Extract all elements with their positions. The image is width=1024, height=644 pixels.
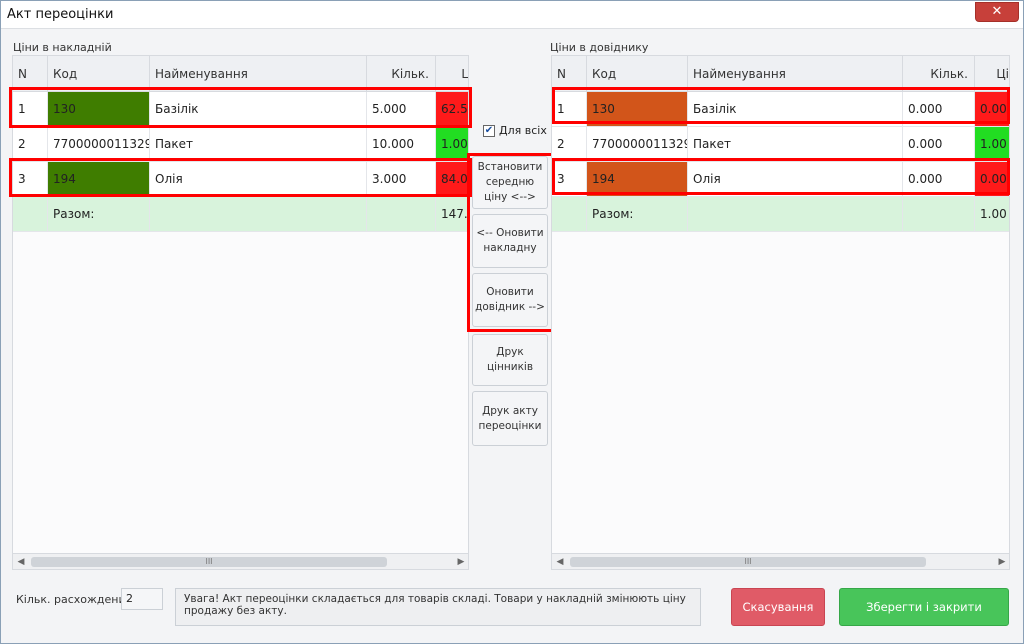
cell-code[interactable]: 7700000011329 — [48, 127, 150, 161]
invoice-total-row: Разом: 147.50 — [13, 197, 468, 232]
directory-hscrollbar[interactable]: ◀ III ▶ — [552, 553, 1009, 569]
cell-n[interactable]: 2 — [552, 127, 587, 161]
table-row[interactable]: 3194Олія3.00084.00 — [13, 162, 468, 197]
save-and-close-button[interactable]: Зберегти і закрити — [839, 588, 1009, 626]
table-row[interactable]: 2 7700000011329 Пакет 0.000 1.00 — [552, 127, 1009, 162]
invoice-hscrollbar[interactable]: ◀ III ▶ — [13, 553, 468, 569]
col-name[interactable]: Найменування — [150, 56, 367, 92]
invoice-total-value: 147.50 — [441, 207, 468, 221]
for-all-checkbox[interactable]: ✔ — [483, 124, 495, 137]
col-name[interactable]: Найменування — [688, 56, 903, 92]
directory-total-row: Разом: 1.00 — [552, 197, 1009, 232]
col-qty[interactable]: Кільк. — [903, 56, 975, 92]
cell-n[interactable]: 2 — [13, 127, 48, 161]
cell-code[interactable]: 194 — [48, 162, 150, 196]
directory-total-value: 1.00 — [980, 207, 1007, 221]
cell-qty[interactable]: 0.000 — [903, 92, 975, 126]
diff-count-label: Кільк. расхождений: — [16, 593, 137, 606]
for-all-label: Для всіх — [499, 124, 547, 137]
scroll-left-icon[interactable]: ◀ — [15, 556, 27, 568]
cell-n[interactable]: 3 — [552, 162, 587, 196]
cell-price[interactable]: 84.00 — [436, 162, 468, 196]
scroll-right-icon[interactable]: ▶ — [455, 556, 467, 568]
table-row[interactable]: 2 7700000011329 Пакет 10.000 1.00 — [13, 127, 468, 162]
cell-code[interactable]: 7700000011329 — [587, 127, 688, 161]
cell-qty[interactable]: 10.000 — [367, 127, 436, 161]
invoice-grid[interactable]: N Код Найменування Кільк. Ці 1130Базілік… — [12, 55, 469, 570]
cell-name[interactable]: Базілік — [150, 92, 367, 126]
cell-price[interactable]: 0.00 — [975, 92, 1009, 126]
print-revaluation-act-button[interactable]: Друк акту переоцінки — [472, 391, 548, 446]
col-n[interactable]: N — [552, 56, 587, 92]
table-row[interactable]: 3 194 Олія 0.000 0.00 — [552, 162, 1009, 197]
update-invoice-button[interactable]: <-- Оновити накладну — [472, 214, 548, 268]
scroll-thumb[interactable]: III — [31, 557, 387, 567]
directory-prices-label: Ціни в довіднику — [550, 41, 649, 54]
invoice-total-label: Разом: — [48, 197, 150, 231]
cell-price[interactable]: 1.00 — [975, 127, 1009, 161]
update-directory-button[interactable]: Оновити довідник --> — [472, 273, 548, 327]
cell-qty[interactable]: 3.000 — [367, 162, 436, 196]
cell-price[interactable]: 0.00 — [975, 162, 1009, 196]
col-n[interactable]: N — [13, 56, 48, 92]
cell-qty[interactable]: 0.000 — [903, 162, 975, 196]
scroll-left-icon[interactable]: ◀ — [554, 556, 566, 568]
directory-grid[interactable]: N Код Найменування Кільк. Ці 1 130 Базілік… — [551, 55, 1010, 570]
cell-name[interactable]: Олія — [150, 162, 367, 196]
notice-text: Увага! Акт переоцінки складається для то… — [175, 588, 701, 626]
cell-price[interactable]: 62.50 — [436, 92, 468, 126]
revaluation-window: Акт переоцінки ✕ Ціни в накладній N Код … — [0, 0, 1024, 644]
cell-code[interactable]: 130 — [587, 92, 688, 126]
invoice-grid-header: N Код Найменування Кільк. Ці — [13, 56, 468, 92]
col-qty[interactable]: Кільк. — [367, 56, 436, 92]
scroll-thumb[interactable]: III — [570, 557, 926, 567]
cell-code[interactable]: 130 — [48, 92, 150, 126]
set-average-price-button[interactable]: Встановити середню ціну <--> — [472, 156, 548, 209]
directory-total-label: Разом: — [587, 197, 688, 231]
window-title: Акт переоцінки — [7, 7, 114, 22]
close-button[interactable]: ✕ — [975, 2, 1019, 22]
cell-qty[interactable]: 5.000 — [367, 92, 436, 126]
col-code[interactable]: Код — [48, 56, 150, 92]
cell-qty[interactable]: 0.000 — [903, 127, 975, 161]
title-bar: Акт переоцінки ✕ — [1, 1, 1023, 29]
cell-name[interactable]: Олія — [688, 162, 903, 196]
col-price[interactable]: Ці — [975, 56, 1009, 92]
cell-price[interactable]: 1.00 — [436, 127, 468, 161]
for-all-checkbox-group[interactable]: ✔ Для всіх — [483, 124, 547, 137]
print-price-tags-button[interactable]: Друк цінників — [472, 334, 548, 386]
cell-n[interactable]: 1 — [552, 92, 587, 126]
table-row[interactable]: 1 130 Базілік 0.000 0.00 — [552, 92, 1009, 127]
invoice-prices-label: Ціни в накладній — [13, 41, 112, 54]
cancel-button[interactable]: Скасування — [731, 588, 825, 626]
col-code[interactable]: Код — [587, 56, 688, 92]
cell-n[interactable]: 3 — [13, 162, 48, 196]
cell-name[interactable]: Базілік — [688, 92, 903, 126]
directory-grid-header: N Код Найменування Кільк. Ці — [552, 56, 1009, 92]
cell-name[interactable]: Пакет — [688, 127, 903, 161]
cell-code[interactable]: 194 — [587, 162, 688, 196]
diff-count-field[interactable]: 2 — [121, 588, 163, 610]
scroll-right-icon[interactable]: ▶ — [996, 556, 1008, 568]
col-price[interactable]: Ці — [436, 56, 468, 92]
cell-n[interactable]: 1 — [13, 92, 48, 126]
table-row[interactable]: 1130Базілік5.00062.50 — [13, 92, 468, 127]
cell-name[interactable]: Пакет — [150, 127, 367, 161]
